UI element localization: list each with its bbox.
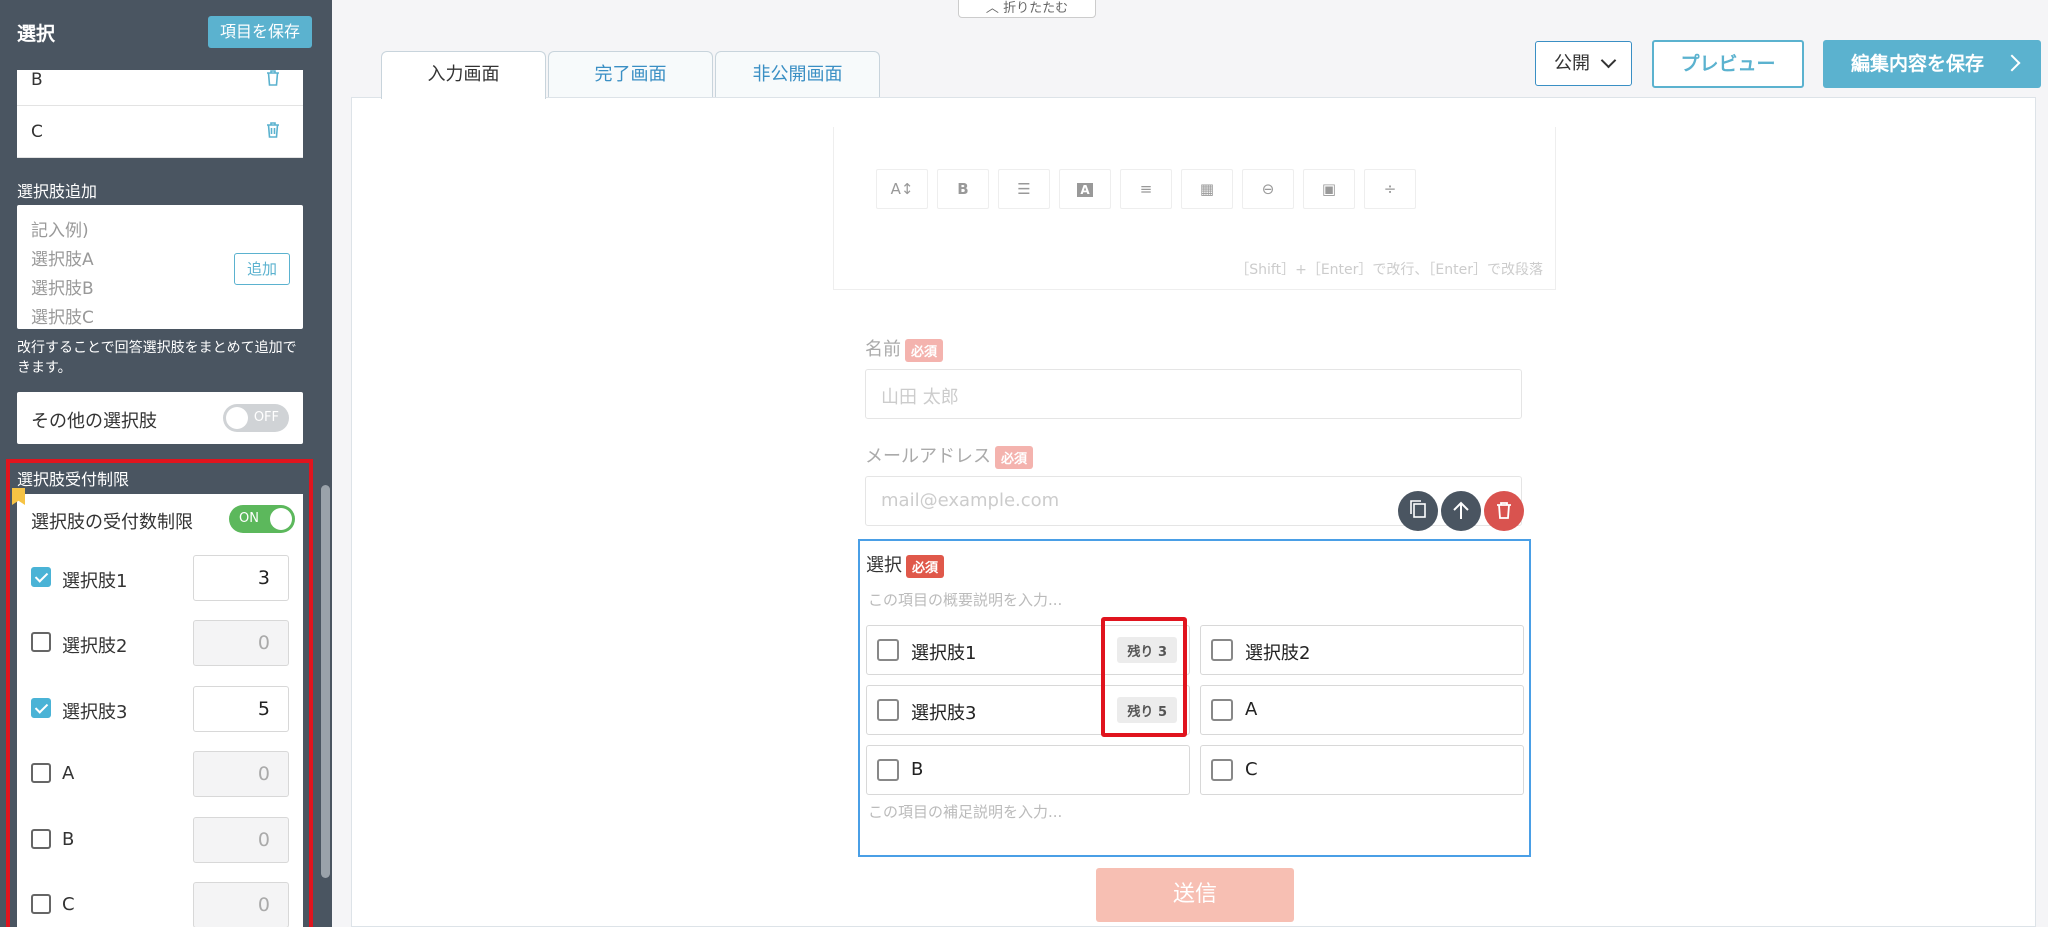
save-edit-button[interactable]: 編集内容を保存: [1823, 40, 2041, 88]
choice-label: A: [1245, 699, 1258, 720]
select-title-text: 選択: [866, 555, 902, 576]
choice-checkbox[interactable]: [1211, 639, 1233, 661]
other-option-toggle[interactable]: OFF: [223, 404, 289, 432]
choice-option[interactable]: B: [866, 745, 1190, 795]
trash-icon[interactable]: [265, 121, 281, 139]
required-badge: 必須: [905, 338, 944, 362]
collapse-button[interactable]: ︿ 折りたたむ: [958, 0, 1096, 18]
choice-checkbox[interactable]: [877, 639, 899, 661]
other-option-label: その他の選択肢: [31, 411, 157, 432]
trash-icon[interactable]: [265, 69, 281, 87]
name-field-label: 名前 必須: [865, 335, 944, 362]
select-supplement[interactable]: この項目の補足説明を入力...: [868, 801, 1062, 822]
text-color-icon[interactable]: A: [1059, 169, 1111, 209]
list-icon[interactable]: ☰: [998, 169, 1050, 209]
chevron-down-icon: [1600, 52, 1617, 69]
choice-option[interactable]: 選択肢2: [1200, 625, 1524, 675]
publish-select-value: 公開: [1554, 53, 1590, 74]
sidebar-title: 選択: [17, 23, 56, 45]
preview-button[interactable]: プレビュー: [1652, 40, 1804, 88]
image-icon[interactable]: ▣: [1303, 169, 1355, 209]
arrow-up-icon[interactable]: [1441, 491, 1481, 531]
required-badge: 必須: [906, 554, 945, 578]
choice-checkbox[interactable]: [877, 759, 899, 781]
settings-sidebar: B C 選択 項目を保存 選択肢追加 記入例) 選択肢A 選択肢B 選択肢C 追…: [0, 0, 332, 927]
save-item-button[interactable]: 項目を保存: [208, 16, 312, 48]
choice-checkbox[interactable]: [1211, 699, 1233, 721]
toggle-knob: [226, 407, 248, 429]
editor-hint: ［Shift］+［Enter］で改行、［Enter］で改段落: [1235, 262, 1543, 278]
choice-label: 選択肢3: [911, 703, 977, 724]
choice-label: 選択肢1: [911, 643, 977, 664]
option-label: B: [31, 70, 43, 90]
choice-checkbox[interactable]: [877, 699, 899, 721]
email-field-label: メールアドレス 必須: [865, 442, 1034, 469]
trash-icon[interactable]: [1484, 491, 1524, 531]
textarea-placeholder: 記入例) 選択肢A 選択肢B 選択肢C: [31, 221, 94, 325]
collapse-label: 折りたたむ: [1003, 1, 1069, 16]
table-icon[interactable]: ▦: [1181, 169, 1233, 209]
chevron-right-icon: [2003, 54, 2021, 72]
align-icon[interactable]: ≡: [1120, 169, 1172, 209]
choice-option[interactable]: A: [1200, 685, 1524, 735]
highlight-frame: [6, 459, 313, 927]
add-option-button[interactable]: 追加: [234, 253, 290, 285]
choice-option[interactable]: C: [1200, 745, 1524, 795]
chevron-up-icon: ︿: [985, 1, 1004, 16]
divider-icon[interactable]: ÷: [1364, 169, 1416, 209]
name-input[interactable]: 山田 太郎: [865, 369, 1522, 419]
publish-select[interactable]: 公開: [1535, 41, 1632, 86]
name-label-text: 名前: [865, 339, 901, 360]
choice-label: C: [1245, 759, 1258, 780]
save-edit-label: 編集内容を保存: [1851, 53, 1985, 75]
toggle-text: OFF: [253, 410, 279, 425]
tab-private[interactable]: 非公開画面: [715, 51, 880, 97]
rich-text-editor[interactable]: A↕ B ☰ A ≡ ▦ ⊖ ▣ ÷ ［Shift］+［Enter］で改行、［E…: [833, 127, 1556, 290]
sidebar-header: 選択 項目を保存: [0, 0, 332, 70]
choice-label: 選択肢2: [1245, 643, 1311, 664]
select-question-title: 選択 必須: [866, 551, 945, 578]
copy-icon[interactable]: [1398, 491, 1438, 531]
tab-input[interactable]: 入力画面: [381, 51, 546, 99]
select-question-block[interactable]: 選択 必須 この項目の概要説明を入力... 選択肢1 残り 3 選択肢2 選択肢3…: [858, 539, 1531, 857]
link-icon[interactable]: ⊖: [1242, 169, 1294, 209]
font-size-icon[interactable]: A↕: [876, 169, 928, 209]
option-row-c: C: [17, 106, 303, 158]
required-badge: 必須: [995, 445, 1034, 469]
choice-label: B: [911, 759, 924, 780]
submit-button[interactable]: 送信: [1096, 868, 1294, 922]
other-option-row: その他の選択肢 OFF: [17, 392, 303, 444]
choice-checkbox[interactable]: [1211, 759, 1233, 781]
sidebar-scrollbar[interactable]: [321, 485, 330, 878]
add-option-note: 改行することで回答選択肢をまとめて追加できます。: [17, 340, 297, 376]
add-option-textarea[interactable]: 記入例) 選択肢A 選択肢B 選択肢C 追加: [17, 205, 303, 525]
email-label-text: メールアドレス: [865, 446, 991, 467]
option-label: C: [31, 122, 43, 142]
select-description[interactable]: この項目の概要説明を入力...: [868, 589, 1062, 610]
add-option-label: 選択肢追加: [17, 182, 98, 201]
highlight-frame: [1101, 617, 1187, 737]
bold-icon[interactable]: B: [937, 169, 989, 209]
tab-complete[interactable]: 完了画面: [548, 51, 713, 97]
